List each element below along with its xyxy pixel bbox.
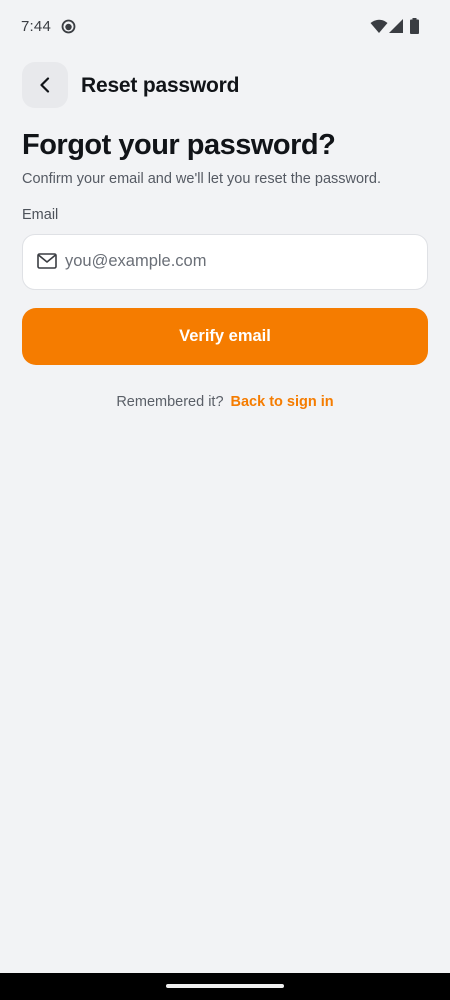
- status-time: 7:44: [21, 18, 51, 35]
- home-indicator[interactable]: [166, 984, 284, 988]
- main-subtitle: Confirm your email and we'll let you res…: [22, 171, 381, 187]
- battery-icon: [410, 18, 419, 34]
- back-to-sign-in-link[interactable]: Back to sign in: [231, 394, 334, 410]
- back-button[interactable]: [22, 62, 68, 108]
- navigation-bar: [0, 973, 450, 1000]
- email-label: Email: [22, 207, 59, 223]
- notification-icon: [61, 19, 76, 34]
- reset-password-screen: 7:44 Reset password Forgot your password…: [0, 0, 450, 1000]
- wifi-icon: [370, 19, 388, 33]
- email-input[interactable]: [65, 235, 415, 288]
- mail-icon: [37, 253, 57, 269]
- signin-prompt-row: Remembered it? Back to sign in: [0, 392, 450, 412]
- verify-email-button[interactable]: Verify email: [22, 308, 428, 365]
- status-bar: 7:44: [0, 0, 450, 54]
- remembered-prompt: Remembered it?: [116, 394, 224, 410]
- page-title: Reset password: [81, 74, 240, 97]
- email-field[interactable]: [22, 234, 428, 290]
- cell-signal-icon: [389, 19, 403, 33]
- main-heading: Forgot your password?: [22, 129, 336, 161]
- chevron-left-icon: [40, 77, 50, 93]
